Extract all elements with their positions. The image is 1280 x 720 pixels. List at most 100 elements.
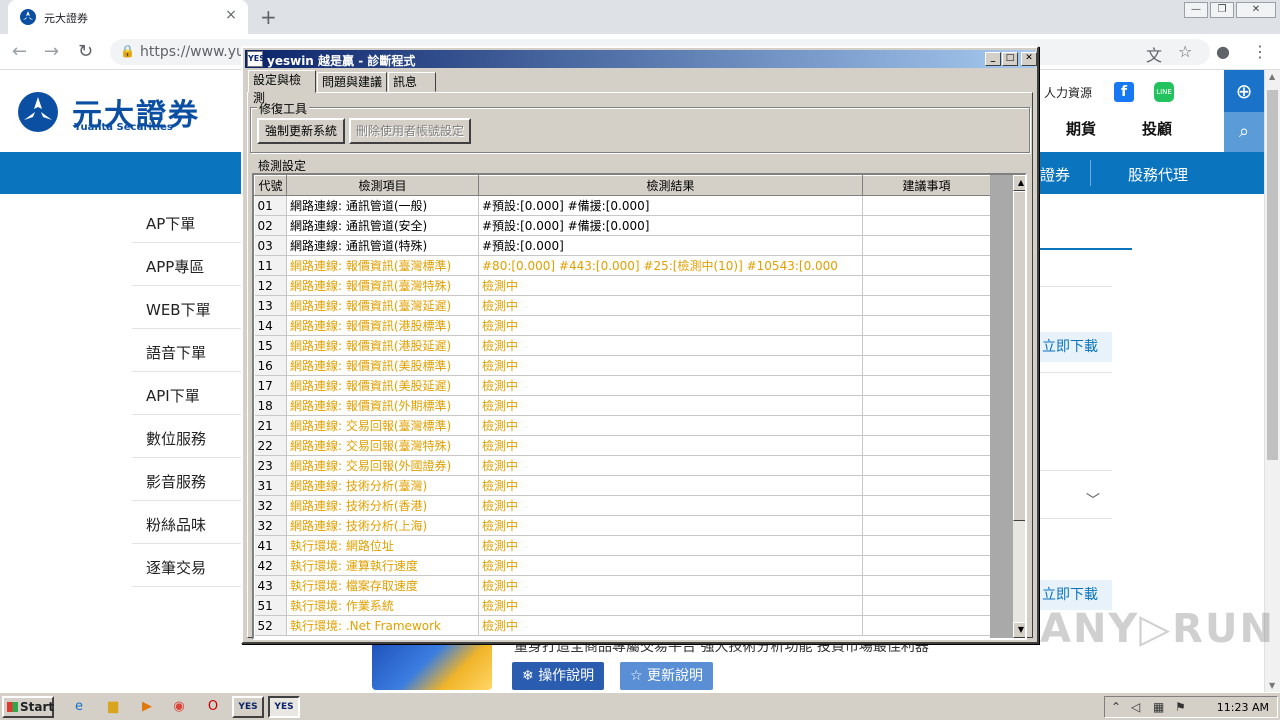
cell-advice: [862, 435, 991, 456]
top-nav-advisory[interactable]: 投顧: [1142, 118, 1172, 139]
cell-advice: [862, 515, 991, 536]
header-link-hr[interactable]: 人力資源: [1044, 84, 1092, 101]
tab-issues[interactable]: 問題與建議: [317, 72, 387, 92]
line-app-icon[interactable]: LINE: [1154, 82, 1174, 102]
new-tab-button[interactable]: +: [260, 5, 277, 29]
cell-result: 檢測中: [478, 355, 863, 376]
window-minimize-button[interactable]: —: [1184, 2, 1208, 18]
table-row[interactable]: 02 網路連線: 通訊管道(安全) #預設:[0.000] #備援:[0.000]: [254, 215, 991, 236]
table-row[interactable]: 51 執行環境: 作業系統 檢測中: [254, 595, 991, 616]
window-close-button[interactable]: ✕: [1236, 2, 1276, 18]
update-notes-button[interactable]: ☆ 更新說明: [620, 662, 714, 690]
table-row[interactable]: 12 網路連線: 報價資訊(臺灣特殊) 檢測中: [254, 275, 991, 296]
dialog-titlebar[interactable]: YES yeswin 越是贏 - 診斷程式 _ □ ✕: [245, 50, 1037, 68]
cell-item: 網路連線: 報價資訊(港股標準): [286, 315, 479, 336]
browser-tab[interactable]: 元大證券 ×: [8, 0, 248, 34]
scroll-down-icon[interactable]: ▼: [1269, 681, 1275, 690]
action-flag-icon[interactable]: ⚑: [1175, 700, 1186, 714]
bookmark-star-icon[interactable]: ☆: [1178, 42, 1192, 61]
column-header-item[interactable]: 檢測項目: [286, 175, 479, 196]
dialog-minimize-button[interactable]: _: [985, 52, 1001, 66]
table-row[interactable]: 23 網路連線: 交易回報(外國證券) 檢測中: [254, 455, 991, 476]
network-icon[interactable]: ▦: [1153, 700, 1164, 714]
table-row[interactable]: 13 網路連線: 報價資訊(臺灣延遲) 檢測中: [254, 295, 991, 316]
globe-icon[interactable]: ⊕: [1224, 70, 1264, 112]
cell-advice: [862, 575, 991, 596]
page-scrollbar[interactable]: ▲ ▼: [1264, 70, 1280, 692]
clock: 11:23 AM: [1216, 701, 1269, 714]
grid-scroll-thumb[interactable]: [1013, 191, 1025, 521]
dialog-close-button[interactable]: ✕: [1021, 52, 1037, 66]
band-item-securities[interactable]: 證券: [1040, 164, 1070, 185]
folder-icon[interactable]: ▆: [104, 699, 122, 715]
table-row[interactable]: 32 網路連線: 技術分析(上海) 檢測中: [254, 515, 991, 536]
cell-code: 31: [254, 475, 287, 496]
table-row[interactable]: 03 網路連線: 通訊管道(特殊) #預設:[0.000]: [254, 235, 991, 256]
cell-code: 12: [254, 275, 287, 296]
band-item-stock-agency[interactable]: 股務代理: [1128, 164, 1188, 185]
chrome-menu-icon[interactable]: ⋮: [1252, 42, 1268, 61]
speaker-icon[interactable]: ◁: [1131, 700, 1140, 714]
back-arrow-icon[interactable]: ←: [12, 41, 27, 62]
column-header-advice[interactable]: 建議事項: [862, 175, 991, 196]
window-restore-button[interactable]: ❐: [1210, 2, 1234, 18]
cell-advice: [862, 415, 991, 436]
cell-item: 網路連線: 交易回報(臺灣標準): [286, 415, 479, 436]
table-row[interactable]: 14 網路連線: 報價資訊(港股標準) 檢測中: [254, 315, 991, 336]
media-player-icon[interactable]: ▶: [138, 699, 156, 715]
cell-result: 檢測中: [478, 275, 863, 296]
grid-scroll-up-icon[interactable]: ▲: [1013, 175, 1025, 191]
tab-settings-check[interactable]: 設定與檢測: [248, 70, 316, 105]
taskbar-diagnostic-button[interactable]: YES: [268, 696, 300, 718]
divider: [1030, 286, 1112, 287]
table-row[interactable]: 41 執行環境: 網路位址 檢測中: [254, 535, 991, 556]
table-row[interactable]: 32 網路連線: 技術分析(香港) 檢測中: [254, 495, 991, 516]
table-row[interactable]: 11 網路連線: 報價資訊(臺灣標準) #80:[0.000] #443:[0.00…: [254, 255, 991, 276]
tray-expand-icon[interactable]: ⌃: [1111, 700, 1121, 714]
forward-arrow-icon[interactable]: →: [44, 41, 59, 62]
top-nav-futures[interactable]: 期貨: [1066, 118, 1096, 139]
cell-code: 11: [254, 255, 287, 276]
tab-messages[interactable]: 訊息: [388, 72, 436, 92]
table-row[interactable]: 21 網路連線: 交易回報(臺灣標準) 檢測中: [254, 415, 991, 436]
delete-account-settings-button[interactable]: 刪除使用者帳號設定: [349, 118, 471, 144]
start-button[interactable]: Start: [2, 696, 54, 718]
grid-scroll-down-icon[interactable]: ▼: [1013, 622, 1025, 638]
table-row[interactable]: 42 執行環境: 運算執行速度 檢測中: [254, 555, 991, 576]
column-header-code[interactable]: 代號: [254, 175, 287, 196]
column-header-result[interactable]: 檢測結果: [478, 175, 863, 196]
cell-item: 網路連線: 技術分析(上海): [286, 515, 479, 536]
table-row[interactable]: 15 網路連線: 報價資訊(港股延遲) 檢測中: [254, 335, 991, 356]
cell-code: 32: [254, 515, 287, 536]
dialog-maximize-button[interactable]: □: [1002, 52, 1018, 66]
page-scroll-thumb[interactable]: [1267, 90, 1278, 460]
translate-icon[interactable]: 文: [1146, 42, 1162, 66]
profile-avatar-icon[interactable]: ●: [1216, 42, 1230, 61]
reload-icon[interactable]: ↻: [78, 41, 93, 62]
grid-scrollbar[interactable]: ▲ ▼: [1013, 175, 1025, 638]
taskbar-yeswin-button[interactable]: YES: [232, 696, 264, 718]
table-row[interactable]: 18 網路連線: 報價資訊(外期標準) 檢測中: [254, 395, 991, 416]
opera-icon[interactable]: O: [204, 699, 222, 715]
yuanta-logo-icon[interactable]: [18, 92, 58, 132]
ie-icon[interactable]: e: [70, 699, 88, 715]
search-icon[interactable]: ⌕: [1224, 112, 1264, 152]
tab-close-icon[interactable]: ×: [222, 7, 240, 23]
cell-result: 檢測中: [478, 335, 863, 356]
chevron-down-icon[interactable]: ﹀: [1086, 490, 1100, 510]
table-row[interactable]: 16 網路連線: 報價資訊(美股標準) 檢測中: [254, 355, 991, 376]
table-row[interactable]: 22 網路連線: 交易回報(臺灣特殊) 檢測中: [254, 435, 991, 456]
chrome-icon[interactable]: ◉: [170, 699, 188, 715]
scroll-up-icon[interactable]: ▲: [1269, 72, 1275, 81]
cell-advice: [862, 195, 991, 216]
download-button[interactable]: 立即下載: [1032, 332, 1112, 362]
table-row[interactable]: 43 執行環境: 檔案存取速度 檢測中: [254, 575, 991, 596]
cell-result: 檢測中: [478, 455, 863, 476]
force-update-button[interactable]: 強制更新系統: [257, 118, 345, 144]
table-row[interactable]: 31 網路連線: 技術分析(臺灣) 檢測中: [254, 475, 991, 496]
table-row[interactable]: 17 網路連線: 報價資訊(美股延遲) 檢測中: [254, 375, 991, 396]
guide-button[interactable]: ❄ 操作說明: [512, 662, 605, 690]
table-row[interactable]: 52 執行環境: .Net Framework 檢測中: [254, 615, 991, 636]
facebook-icon[interactable]: f: [1114, 82, 1134, 102]
table-row[interactable]: 01 網路連線: 通訊管道(一般) #預設:[0.000] #備援:[0.000]: [254, 195, 991, 216]
